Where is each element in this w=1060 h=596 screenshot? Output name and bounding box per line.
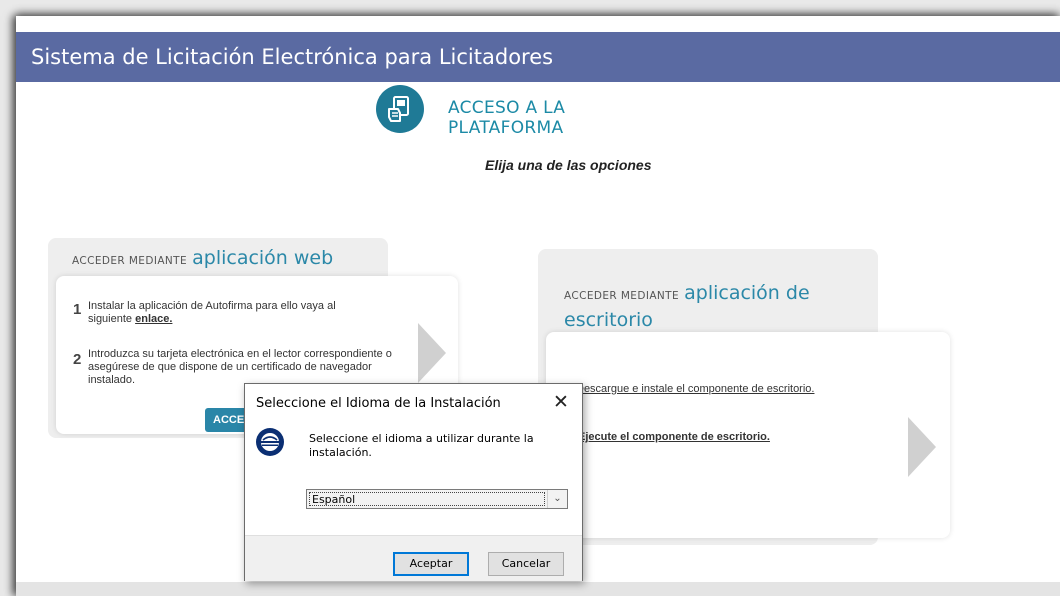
download-component-link[interactable]: Descargue e instale el componente de esc…: [576, 383, 814, 395]
web-step1-text: Instalar la aplicación de Autofirma para…: [88, 300, 378, 326]
web-step2-text: Introduzca su tarjeta electrónica en el …: [88, 348, 392, 386]
screenshot-frame: Sistema de Licitación Electrónica para L…: [0, 0, 1060, 596]
language-dialog: Seleccione el Idioma de la Instalación ✕…: [244, 383, 583, 581]
web-step2-number: 2: [73, 351, 82, 368]
dialog-footer: Aceptar Cancelar: [245, 535, 582, 581]
desktop-card-heading: ACCEDER MEDIANTE aplicación de escritori…: [564, 281, 864, 333]
autofirma-link[interactable]: enlace.: [135, 313, 172, 325]
accept-button[interactable]: Aceptar: [393, 552, 469, 576]
web-card-prefix: ACCEDER MEDIANTE: [72, 255, 188, 267]
app-title-bar: Sistema de Licitación Electrónica para L…: [16, 32, 1060, 82]
desktop-card-name-line1: aplicación de: [684, 282, 810, 304]
close-icon[interactable]: ✕: [549, 391, 573, 415]
dialog-message: Seleccione el idioma a utilizar durante …: [309, 432, 534, 459]
web-card-name: aplicación web: [192, 247, 334, 269]
web-card-heading: ACCEDER MEDIANTE aplicación web: [72, 247, 333, 269]
dialog-title: Seleccione el Idioma de la Instalación: [256, 396, 501, 411]
cancel-button[interactable]: Cancelar: [488, 552, 564, 576]
page-footer-bar: [16, 582, 1060, 596]
hand-card-icon: [376, 85, 424, 133]
desktop-card-name-line2: escritorio: [564, 309, 653, 331]
access-title-line2: PLATAFORMA: [448, 118, 564, 138]
desktop-card-arrow-icon[interactable]: [908, 417, 936, 477]
access-title-line1: ACCESO A LA: [448, 98, 566, 118]
access-title: ACCESO A LA PLATAFORMA: [448, 98, 648, 138]
choose-option-subtitle: Elija una de las opciones: [485, 157, 652, 173]
web-step1-number: 1: [73, 301, 82, 318]
desktop-card-prefix: ACCEDER MEDIANTE: [564, 290, 680, 302]
web-step1-label: Instalar la aplicación de Autofirma para…: [88, 300, 336, 325]
web-card-arrow-icon[interactable]: [418, 323, 446, 383]
language-select-value[interactable]: Español: [309, 492, 545, 506]
app-title: Sistema de Licitación Electrónica para L…: [31, 45, 554, 69]
installer-logo-icon: [256, 428, 284, 456]
language-select[interactable]: Español ⌄: [306, 489, 568, 509]
chevron-down-icon[interactable]: ⌄: [547, 490, 567, 508]
run-component-link[interactable]: Ejecute el componente de escritorio.: [578, 431, 770, 443]
